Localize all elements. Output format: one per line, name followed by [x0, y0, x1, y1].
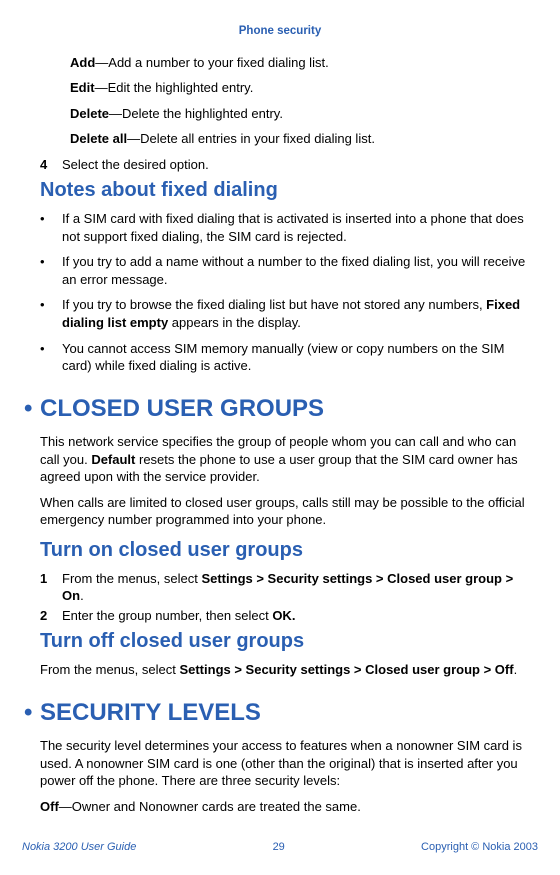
footer-page-number: 29 — [136, 840, 421, 855]
step-text: Enter the group number, then select OK. — [62, 607, 530, 625]
security-level-off: Off—Owner and Nonowner cards are treated… — [40, 798, 530, 816]
security-levels-para: The security level determines your acces… — [40, 737, 530, 790]
page-header: Phone security — [22, 24, 538, 40]
turn-on-heading: Turn on closed user groups — [40, 537, 538, 564]
cug-para2: When calls are limited to closed user gr… — [40, 494, 530, 529]
step-text: Select the desired option. — [62, 156, 530, 174]
footer-left: Nokia 3200 User Guide — [22, 840, 136, 855]
heading-text: CLOSED USER GROUPS — [40, 393, 324, 425]
turn-off-heading: Turn off closed user groups — [40, 628, 538, 655]
step-text: From the menus, select Settings > Securi… — [62, 570, 530, 605]
step-number: 2 — [40, 607, 62, 625]
step-number: 4 — [40, 156, 62, 174]
note-item: If you try to add a name without a numbe… — [40, 253, 530, 288]
page-footer: Nokia 3200 User Guide 29 Copyright © Nok… — [0, 840, 560, 855]
def-delete-all: Delete all—Delete all entries in your fi… — [70, 130, 530, 148]
step-4: 4 Select the desired option. — [40, 156, 530, 174]
heading-text: SECURITY LEVELS — [40, 697, 261, 729]
turn-on-step-2: 2 Enter the group number, then select OK… — [40, 607, 530, 625]
cug-para1: This network service specifies the group… — [40, 433, 530, 486]
def-edit: Edit—Edit the highlighted entry. — [70, 79, 530, 97]
step-number: 1 — [40, 570, 62, 605]
bullet-icon: • — [24, 697, 40, 729]
turn-off-para: From the menus, select Settings > Securi… — [40, 661, 530, 679]
fixed-dialing-definitions: Add—Add a number to your fixed dialing l… — [70, 54, 530, 148]
footer-right: Copyright © Nokia 2003 — [421, 840, 538, 855]
bullet-icon: • — [24, 393, 40, 425]
turn-on-step-1: 1 From the menus, select Settings > Secu… — [40, 570, 530, 605]
closed-user-groups-heading: • CLOSED USER GROUPS — [24, 393, 538, 425]
note-item: If a SIM card with fixed dialing that is… — [40, 210, 530, 245]
security-levels-heading: • SECURITY LEVELS — [24, 697, 538, 729]
def-delete: Delete—Delete the highlighted entry. — [70, 105, 530, 123]
def-add: Add—Add a number to your fixed dialing l… — [70, 54, 530, 72]
notes-heading: Notes about fixed dialing — [40, 177, 538, 204]
note-item: If you try to browse the fixed dialing l… — [40, 296, 530, 331]
notes-list: If a SIM card with fixed dialing that is… — [40, 210, 530, 374]
note-item: You cannot access SIM memory manually (v… — [40, 340, 530, 375]
